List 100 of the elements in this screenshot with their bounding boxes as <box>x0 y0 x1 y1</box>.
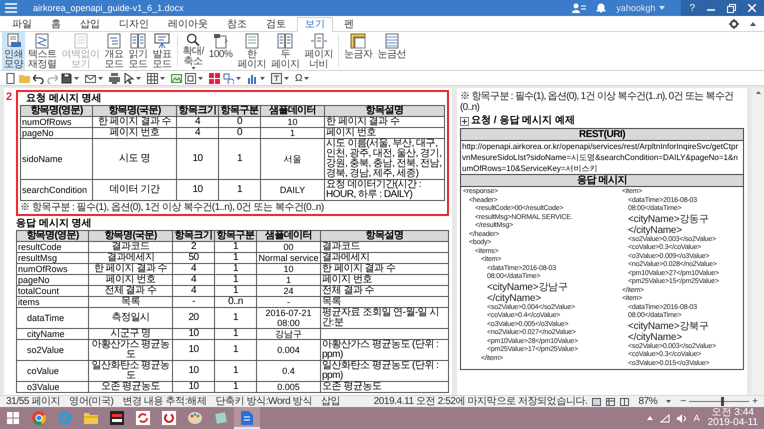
ribbon-button[interactable]: 페이지 너비 <box>302 32 335 70</box>
table-cell: 페이지 번호 <box>320 274 448 286</box>
caret-icon[interactable] <box>98 76 103 80</box>
caret-icon[interactable] <box>236 76 241 80</box>
scroll-up-icon[interactable] <box>756 91 760 94</box>
image-icon[interactable] <box>171 72 182 84</box>
table-cell: resultCode <box>16 242 88 252</box>
section-heading: 요청 / 응답 메시지 예제 <box>471 115 575 127</box>
bar-chart-icon[interactable] <box>247 72 258 84</box>
undo-icon[interactable] <box>33 72 44 84</box>
caret-icon[interactable] <box>136 76 141 80</box>
shapes-icon[interactable] <box>223 72 234 84</box>
scrollbar[interactable] <box>752 88 764 395</box>
save-icon[interactable] <box>61 72 72 84</box>
clock-time[interactable]: 오전 3:44 <box>712 408 754 418</box>
help-button[interactable]: ? <box>689 2 695 14</box>
table-cell: 10 <box>176 180 218 200</box>
menu-icon[interactable] <box>5 3 17 13</box>
ribbon-button[interactable]: 두 페이지 <box>268 32 302 70</box>
ribbon-button[interactable]: 개요 모드 <box>102 32 126 70</box>
table-cell: Normal service <box>256 252 320 264</box>
print-layout-view-icon[interactable] <box>592 398 602 406</box>
caret-icon[interactable] <box>74 76 79 80</box>
restore-icon[interactable] <box>727 4 736 12</box>
table-cell: 오존 평균농도 <box>320 382 448 392</box>
window-title: airkorea_openapi_guide-v1_6_1.docx <box>33 3 184 13</box>
caret-icon[interactable] <box>198 76 203 80</box>
ribbon-button[interactable]: 한 페이지 <box>235 32 268 70</box>
table-cell: 1 <box>214 274 256 286</box>
table-cell: 시도 이름(서울, 부산, 대구, 인천, 광주, 대전, 울산, 경기, 강원, 충북, 충남, 전북, 전남, 경북, 경남, 제주, 세종) <box>324 138 444 180</box>
ribbon-tab[interactable]: 파일 <box>4 17 40 31</box>
zoom-percent[interactable]: 87% <box>638 396 658 407</box>
clock-date[interactable]: 2019-04-11 <box>708 418 758 428</box>
user-switch-icon[interactable] <box>572 3 586 13</box>
table-cell: 4 <box>176 128 218 138</box>
ribbon-button[interactable]: 발표 모드 <box>150 32 174 70</box>
annotation-number: 2 <box>6 92 12 103</box>
caret-icon[interactable] <box>666 400 672 403</box>
picture-icon[interactable] <box>209 72 220 84</box>
caret-icon[interactable] <box>260 76 265 80</box>
table-cell: 아황산가스 평균농도 (단위 : ppm) <box>320 340 448 360</box>
ribbon-button[interactable]: 확대/축소 <box>180 32 206 70</box>
caret-icon[interactable] <box>284 76 289 80</box>
ribbon-tab[interactable]: 검토 <box>258 17 294 31</box>
close-icon[interactable] <box>748 4 756 12</box>
ribbon-button[interactable]: 눈금자 <box>342 32 374 70</box>
table-move-handle-icon[interactable] <box>460 116 469 126</box>
reading-view-icon[interactable] <box>620 398 630 406</box>
web-layout-view-icon[interactable] <box>606 398 616 406</box>
ribbon-tab[interactable]: 보기 <box>297 17 333 32</box>
column-header: 항목구분 <box>214 230 256 242</box>
text-box-icon[interactable] <box>271 72 282 84</box>
ribbon-tab[interactable]: 참조 <box>219 17 255 31</box>
mail-icon[interactable] <box>85 72 96 84</box>
symbol-button[interactable]: Ω <box>295 72 302 84</box>
caret-icon <box>190 67 196 70</box>
table-cell: cityName <box>16 328 88 340</box>
table-cell: totalCount <box>16 286 88 296</box>
ribbon-button[interactable]: 텍스트 재정렬 <box>26 32 58 70</box>
table-cell: 0 <box>218 116 260 128</box>
network-icon[interactable] <box>660 414 670 422</box>
table-cell: 강남구 <box>256 328 320 340</box>
ribbon-tab[interactable]: 홈 <box>43 17 69 31</box>
caret-icon[interactable] <box>160 76 165 80</box>
table-cell: dataTime <box>16 308 88 328</box>
table-cell: searchCondition <box>20 180 92 200</box>
ribbon-button[interactable]: 인쇄 모양 <box>2 32 25 70</box>
print-icon[interactable] <box>109 72 120 84</box>
new-document-icon[interactable] <box>5 72 16 84</box>
ribbon-button[interactable]: 읽기 모드 <box>126 32 150 70</box>
bell-icon[interactable] <box>596 3 606 13</box>
ribbon-button[interactable]: 100% <box>206 32 234 70</box>
circular-arrow-icon <box>162 411 176 425</box>
table-cell: 일산화탄소 평균농도 (단위 : ppm) <box>320 360 448 382</box>
collapse-caret-icon[interactable] <box>750 22 756 26</box>
input-method-indicator[interactable]: A <box>694 413 700 423</box>
table-header-cell: REST(URI) <box>461 129 743 141</box>
settings-icon[interactable] <box>729 18 739 28</box>
table-icon[interactable] <box>147 72 158 84</box>
table-cell: 10 <box>176 138 218 180</box>
ribbon-tab[interactable]: 삽입 <box>72 17 108 31</box>
table-cell: 페이지 번호 <box>88 274 172 286</box>
ribbon-tab[interactable]: 레이아웃 <box>160 17 216 31</box>
reflow-page-icon <box>34 33 50 49</box>
table-cell: - <box>256 296 320 308</box>
ribbon-tab[interactable]: 디자인 <box>111 17 157 31</box>
volume-icon[interactable] <box>676 414 687 422</box>
tray-caret-icon[interactable] <box>646 416 653 420</box>
table-cell: 1 <box>214 308 256 328</box>
zoom-in-button[interactable]: + <box>752 396 758 406</box>
caret-icon[interactable] <box>304 76 310 80</box>
table-cell: 4 <box>172 274 214 286</box>
table-cell: o3Value <box>16 382 88 392</box>
table-cell: 10 <box>260 116 324 128</box>
pointer-icon[interactable] <box>123 72 134 84</box>
zoom-out-button[interactable]: − <box>680 396 686 406</box>
zoom-slider-thumb[interactable] <box>721 397 724 406</box>
ribbon-button[interactable]: 눈금선 <box>375 32 408 70</box>
frame-icon[interactable] <box>185 72 196 84</box>
ribbon-tab[interactable]: 펜 <box>336 17 362 31</box>
